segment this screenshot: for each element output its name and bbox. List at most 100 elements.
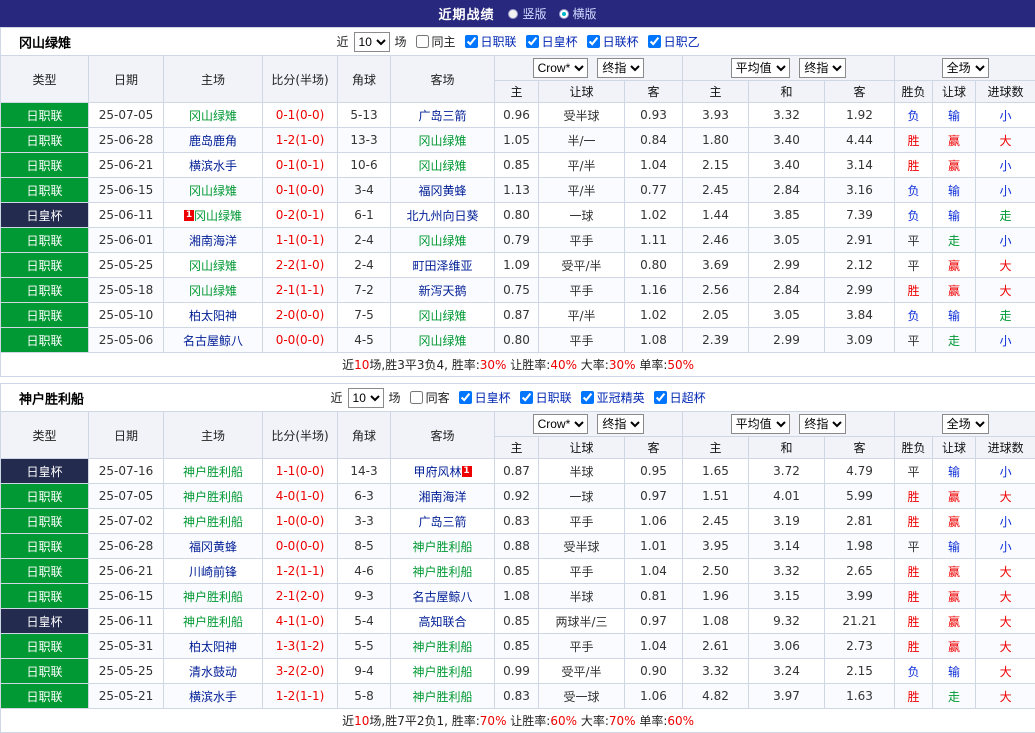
league-type-badge: 日职联 <box>1 584 89 609</box>
handicap: 平手 <box>539 509 625 534</box>
odds-stage-select[interactable]: 终指 <box>597 414 644 434</box>
league-filter-input[interactable] <box>465 35 478 48</box>
corner-count: 2-4 <box>338 228 391 253</box>
odds-company-select[interactable]: Crow* <box>533 58 588 78</box>
avg-home-odds: 1.65 <box>683 459 749 484</box>
avg-company-select[interactable]: 平均值 <box>731 58 790 78</box>
league-type-badge: 日职联 <box>1 178 89 203</box>
league-filter-checkbox[interactable]: 日职联 <box>520 389 572 406</box>
avg-home-odds: 1.44 <box>683 203 749 228</box>
same-venue-input[interactable] <box>416 35 429 48</box>
league-filter-input[interactable] <box>654 391 667 404</box>
home-team: 神户胜利船 <box>164 584 263 609</box>
match-date: 25-05-10 <box>89 303 164 328</box>
odds-stage-select[interactable]: 终指 <box>597 58 644 78</box>
result-goals: 小 <box>976 328 1035 353</box>
avg-company-select[interactable]: 平均值 <box>731 414 790 434</box>
avg-home-odds: 2.39 <box>683 328 749 353</box>
league-filter-input[interactable] <box>526 35 539 48</box>
col-result: 胜负 <box>895 437 933 459</box>
avg-away-odds: 7.39 <box>825 203 895 228</box>
match-count-select[interactable]: 10 <box>354 32 390 52</box>
col-odds-handicap: 让球 <box>539 81 625 103</box>
avg-stage-select[interactable]: 终指 <box>799 414 846 434</box>
away-team: 神户胜利船 <box>391 659 495 684</box>
avg-draw-odds: 2.99 <box>749 253 825 278</box>
avg-home-odds: 1.96 <box>683 584 749 609</box>
league-filter-checkbox[interactable]: 日联杯 <box>587 33 639 50</box>
league-filter-checkbox[interactable]: 日超杯 <box>654 389 706 406</box>
league-filter-checkbox[interactable]: 亚冠精英 <box>581 389 645 406</box>
home-odds: 1.05 <box>495 128 539 153</box>
corner-count: 7-5 <box>338 303 391 328</box>
league-filter-input[interactable] <box>459 391 472 404</box>
league-type-badge: 日职联 <box>1 303 89 328</box>
league-filter-input[interactable] <box>587 35 600 48</box>
league-filter-checkbox[interactable]: 日皇杯 <box>459 389 511 406</box>
league-filter-checkbox[interactable]: 日职乙 <box>648 33 700 50</box>
layout-vertical-option[interactable]: 竖版 <box>508 5 546 22</box>
summary-segment: 70% <box>609 714 636 728</box>
col-bet-result: 让球 <box>933 437 976 459</box>
match-count-select[interactable]: 10 <box>348 388 384 408</box>
score: 1-1(0-0) <box>263 459 338 484</box>
col-odds-away: 客 <box>625 81 683 103</box>
away-odds: 0.81 <box>625 584 683 609</box>
match-date: 25-06-11 <box>89 203 164 228</box>
col-odds-away: 客 <box>625 437 683 459</box>
match-row: 日职联25-07-05冈山绿雉0-1(0-0)5-13广岛三箭0.96受半球0.… <box>1 103 1035 128</box>
match-date: 25-06-15 <box>89 178 164 203</box>
league-filter-checkbox[interactable]: 日职联 <box>465 33 517 50</box>
topbar: 近期战绩 竖版 横版 <box>0 0 1035 27</box>
home-team: 柏太阳神 <box>164 634 263 659</box>
summary-segment: 10 <box>354 714 369 728</box>
same-venue-checkbox[interactable]: 同主 <box>416 33 456 50</box>
result-wdl: 胜 <box>895 609 933 634</box>
summary-segment: 30% <box>480 358 507 372</box>
score: 2-2(1-0) <box>263 253 338 278</box>
team-name: 冈山绿雉 <box>189 109 237 123</box>
layout-vertical-label: 竖版 <box>522 5 546 22</box>
odds-company-select[interactable]: Crow* <box>533 414 588 434</box>
league-filter-label: 日职乙 <box>664 33 700 50</box>
home-team: 冈山绿雉 <box>164 178 263 203</box>
avg-away-odds: 1.92 <box>825 103 895 128</box>
summary-segment: 让胜率: <box>506 358 550 372</box>
team-name: 神户胜利船 <box>183 490 243 504</box>
col-odds-home: 主 <box>495 81 539 103</box>
result-goals: 大 <box>976 253 1035 278</box>
col-date: 日期 <box>89 56 164 103</box>
same-venue-checkbox[interactable]: 同客 <box>410 389 450 406</box>
summary-segment: 场,胜7平2负1, 胜率: <box>369 714 479 728</box>
league-filter-input[interactable] <box>581 391 594 404</box>
avg-away-odds: 4.44 <box>825 128 895 153</box>
scope-select[interactable]: 全场 <box>942 414 989 434</box>
league-type-badge: 日职联 <box>1 128 89 153</box>
team-name: 福冈黄蜂 <box>418 184 466 198</box>
match-date: 25-05-06 <box>89 328 164 353</box>
league-filter-checkbox[interactable]: 日皇杯 <box>526 33 578 50</box>
team-name-heading: 冈山绿雉 <box>19 32 71 51</box>
same-venue-input[interactable] <box>410 391 423 404</box>
avg-draw-odds: 3.05 <box>749 303 825 328</box>
avg-away-odds: 5.99 <box>825 484 895 509</box>
away-team: 名古屋鲸八 <box>391 584 495 609</box>
league-filter-input[interactable] <box>648 35 661 48</box>
match-row: 日职联25-05-06名古屋鲸八0-0(0-0)4-5冈山绿雉0.80平手1.0… <box>1 328 1035 353</box>
avg-stage-select[interactable]: 终指 <box>799 58 846 78</box>
avg-draw-odds: 4.01 <box>749 484 825 509</box>
scope-select[interactable]: 全场 <box>942 58 989 78</box>
league-type-badge: 日职联 <box>1 253 89 278</box>
summary-segment: 单率: <box>636 358 668 372</box>
col-avg-draw: 和 <box>749 81 825 103</box>
match-row: 日皇杯25-06-111冈山绿雉0-2(0-1)6-1北九州向日葵0.80一球1… <box>1 203 1035 228</box>
league-filter-input[interactable] <box>520 391 533 404</box>
away-team: 新泻天鹅 <box>391 278 495 303</box>
home-odds: 1.09 <box>495 253 539 278</box>
result-handicap: 输 <box>933 459 976 484</box>
avg-home-odds: 2.05 <box>683 303 749 328</box>
layout-horizontal-option[interactable]: 横版 <box>559 5 597 22</box>
average-odds-group: 平均值 终指 <box>683 56 895 81</box>
league-type-badge: 日皇杯 <box>1 203 89 228</box>
match-date: 25-07-16 <box>89 459 164 484</box>
